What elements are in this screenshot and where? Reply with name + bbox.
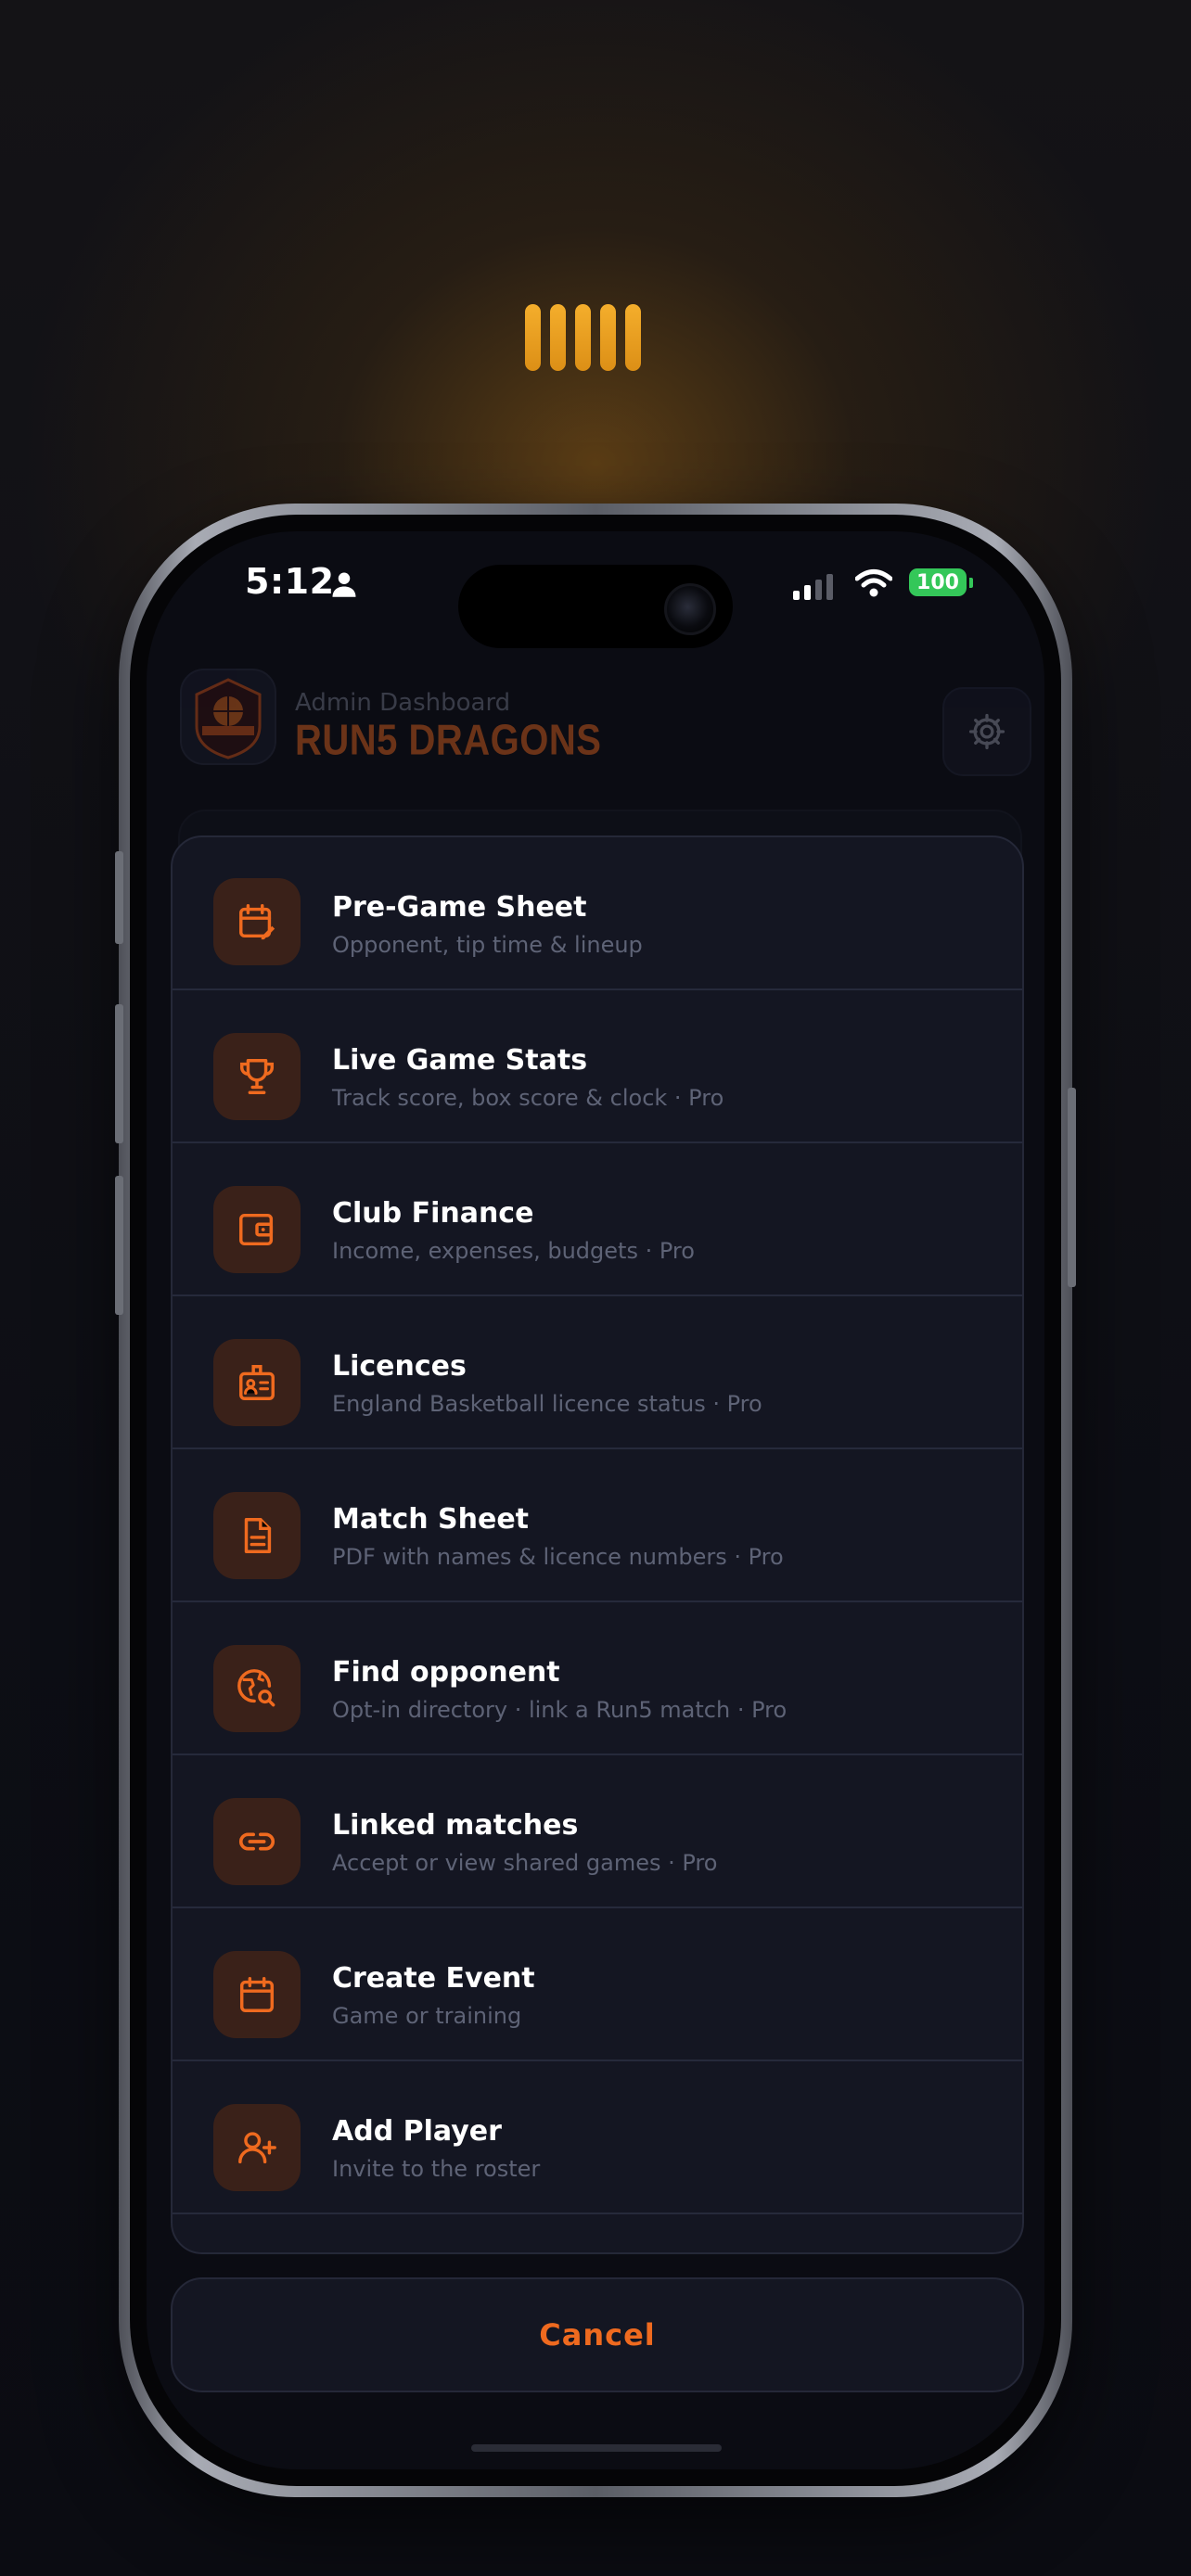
club-title: RUN5 DRAGONS [295,717,602,764]
icon-tile [213,878,301,965]
menu-item-subtitle: PDF with names & licence numbers · Pro [332,1544,784,1570]
menu-item-subtitle: Game or training [332,2003,522,2029]
cellular-signal-icon [793,572,833,600]
volume-down-button [115,1176,123,1315]
menu-item-match-sheet[interactable]: Match Sheet PDF with names & licence num… [173,1449,1022,1602]
battery-tip [969,578,973,588]
trophy-icon [239,1059,275,1094]
action-button [115,851,123,944]
menu-item-subtitle: England Basketball licence status · Pro [332,1391,762,1417]
menu-item-linked-matches[interactable]: Linked matches Accept or view shared gam… [173,1755,1022,1908]
menu-item-pre-game-sheet[interactable]: Pre-Game Sheet Opponent, tip time & line… [173,837,1022,990]
menu-item-title: Pre-Game Sheet [332,891,587,924]
person-icon [332,572,356,597]
wifi-icon [855,569,892,597]
battery-icon: 100 [909,568,967,596]
user-plus-icon [238,2132,276,2164]
menu-item-subtitle: Income, expenses, budgets · Pro [332,1238,695,1264]
club-logo [180,669,276,765]
icon-tile [213,1798,301,1885]
icon-tile [213,1033,301,1120]
id-badge-icon [239,1365,275,1400]
volume-up-button [115,1004,123,1143]
wallet-icon [239,1213,274,1246]
icon-tile [213,1645,301,1732]
globe-search-icon [237,1669,275,1707]
icon-tile [213,2104,301,2191]
menu-item-create-event[interactable]: Create Event Game or training [173,1908,1022,2061]
menu-item-subtitle: Opt-in directory · link a Run5 match · P… [332,1697,788,1723]
menu-item-title: Live Game Stats [332,1044,588,1077]
action-sheet: Pre-Game Sheet Opponent, tip time & line… [171,835,1024,2254]
menu-item-subtitle: Track score, box score & clock · Pro [332,1085,724,1111]
phone-frame: Admin Dashboard RUN5 DRAGONS 5:12 100 Pr… [115,504,1076,2497]
menu-item-find-opponent[interactable]: Find opponent Opt-in directory · link a … [173,1602,1022,1755]
cancel-button[interactable]: Cancel [171,2277,1024,2392]
menu-item-add-player[interactable]: Add Player Invite to the roster [173,2061,1022,2214]
menu-item-subtitle: Opponent, tip time & lineup [332,932,643,958]
status-time: 5:12 [245,561,335,602]
settings-button[interactable] [942,687,1031,776]
menu-item-title: Licences [332,1350,467,1383]
link-icon [239,1832,275,1851]
camera-lens [664,583,716,635]
icon-tile [213,1186,301,1273]
menu-item-licences[interactable]: Licences England Basketball licence stat… [173,1296,1022,1449]
menu-item-title: Linked matches [332,1809,579,1842]
power-button [1068,1088,1076,1287]
phone-screen: Admin Dashboard RUN5 DRAGONS 5:12 100 Pr… [147,531,1044,2469]
promo-background: Admin Dashboard RUN5 DRAGONS 5:12 100 Pr… [0,0,1191,2576]
menu-item-title: Match Sheet [332,1503,530,1536]
calendar-icon [239,1977,275,2012]
document-icon [244,1518,272,1553]
settings-gear-icon [968,713,1005,750]
menu-item-title: Create Event [332,1962,535,1995]
menu-item-title: Club Finance [332,1197,534,1230]
home-indicator [471,2444,722,2452]
menu-item-title: Add Player [332,2115,502,2148]
header-subtitle: Admin Dashboard [295,689,511,717]
dynamic-island [458,565,733,648]
menu-item-subtitle: Invite to the roster [332,2156,541,2182]
basketball-crest-icon [195,678,262,759]
menu-item-live-game-stats[interactable]: Live Game Stats Track score, box score &… [173,990,1022,1143]
icon-tile [213,1339,301,1426]
menu-item-club-finance[interactable]: Club Finance Income, expenses, budgets ·… [173,1143,1022,1296]
menu-item-subtitle: Accept or view shared games · Pro [332,1850,718,1876]
icon-tile [213,1951,301,2038]
calendar-edit-icon [239,904,275,940]
menu-item-title: Find opponent [332,1656,560,1689]
icon-tile [213,1492,301,1579]
brand-logo-bars [525,304,641,371]
